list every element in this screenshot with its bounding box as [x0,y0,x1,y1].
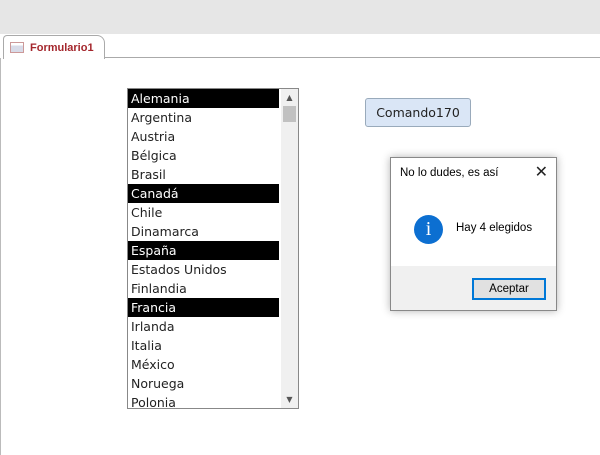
list-item[interactable]: Noruega [128,374,279,393]
list-item[interactable]: Chile [128,203,279,222]
scroll-thumb[interactable] [283,106,296,122]
dialog-message: Hay 4 elegidos [456,222,533,234]
list-item[interactable]: Argentina [128,108,279,127]
scrollbar[interactable]: ▲ ▼ [281,89,298,408]
tab-label: Formulario1 [30,41,94,54]
dialog-footer: Aceptar [391,266,556,310]
aceptar-button[interactable]: Aceptar [472,278,546,300]
form-icon [10,42,24,53]
list-item[interactable]: México [128,355,279,374]
message-dialog: No lo dudes, es así ✕ i Hay 4 elegidos A… [390,157,557,311]
comando170-button[interactable]: Comando170 [365,98,471,127]
list-item[interactable]: Italia [128,336,279,355]
list-item[interactable]: Brasil [128,165,279,184]
tab-formulario1[interactable]: Formulario1 [3,35,105,59]
list-item[interactable]: Francia [128,298,279,317]
form-border [0,58,1,455]
list-item[interactable]: Finlandia [128,279,279,298]
dialog-title: No lo dudes, es así [400,167,499,179]
list-item[interactable]: España [128,241,279,260]
list-item[interactable]: Polonia [128,393,279,408]
close-icon[interactable]: ✕ [535,162,548,181]
list-item[interactable]: Estados Unidos [128,260,279,279]
info-icon: i [414,215,443,244]
list-item[interactable]: Dinamarca [128,222,279,241]
ribbon-area [0,0,600,34]
list-item[interactable]: Austria [128,127,279,146]
tab-divider [104,57,600,58]
scroll-up-icon[interactable]: ▲ [281,89,298,106]
list-item[interactable]: Bélgica [128,146,279,165]
list-item[interactable]: Irlanda [128,317,279,336]
scroll-down-icon[interactable]: ▼ [281,391,298,408]
country-listbox[interactable]: Alemania Argentina Austria Bélgica Brasil Can… [127,88,299,409]
list-item[interactable]: Alemania [128,89,279,108]
list-item[interactable]: Canadá [128,184,279,203]
